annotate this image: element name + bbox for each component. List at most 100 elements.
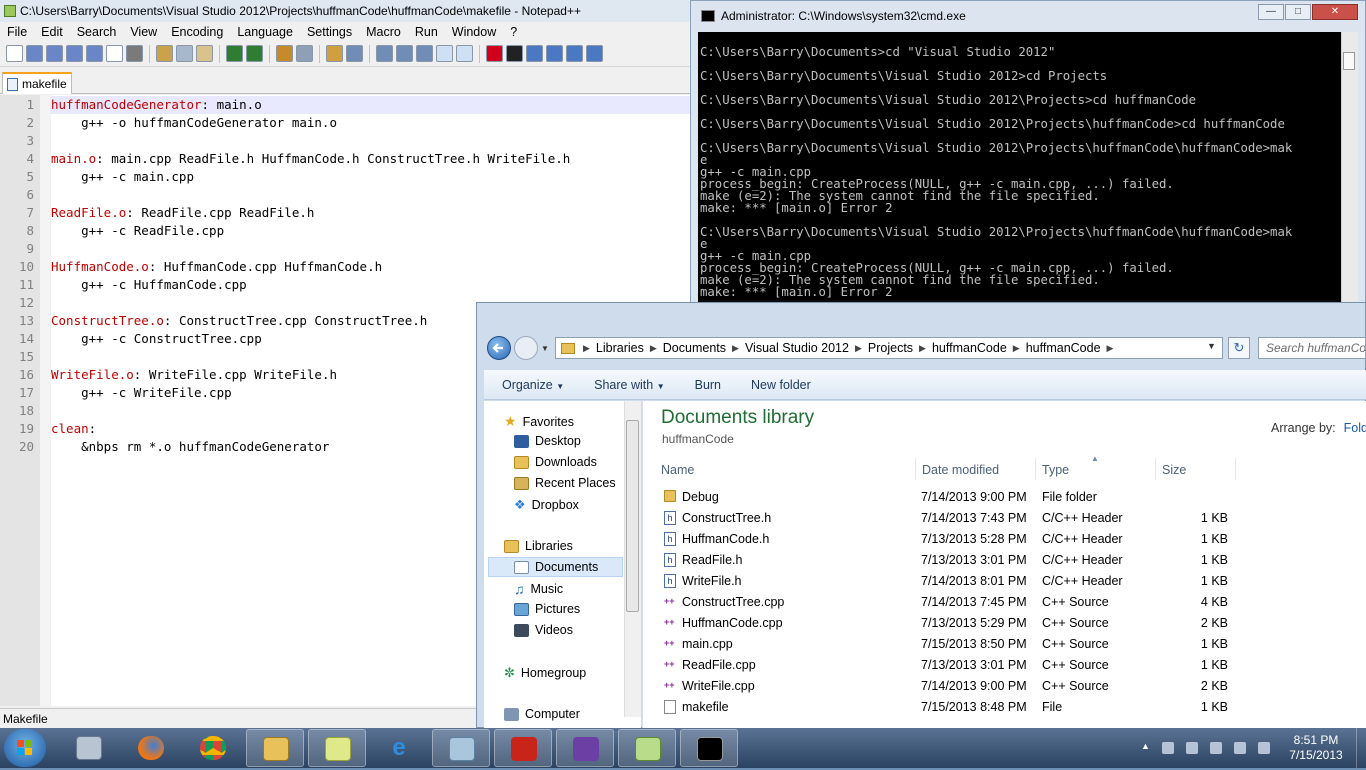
nav-recent-places[interactable]: Recent Places [514, 476, 616, 490]
file-row[interactable]: ++ HuffmanCode.cpp 7/13/2013 5:29 PM C++ So… [655, 613, 1366, 634]
show-hidden-icons[interactable]: ▲ [1141, 741, 1150, 751]
burn-button[interactable]: Burn [695, 378, 721, 392]
tab-makefile[interactable]: makefile [2, 72, 72, 94]
code-line[interactable]: ReadFile.o: ReadFile.cpp ReadFile.h [51, 204, 314, 222]
code-line[interactable]: &nbps rm *.o huffmanCodeGenerator [51, 438, 329, 456]
toolbar-button-icon[interactable] [296, 45, 313, 62]
taskbar-firefox[interactable] [122, 729, 180, 767]
taskbar-visual-studio[interactable] [556, 729, 614, 767]
file-row[interactable]: ++ ConstructTree.cpp 7/14/2013 7:45 PM C++ … [655, 592, 1366, 613]
menu-item[interactable]: Macro [359, 25, 408, 39]
toolbar-button-icon[interactable] [586, 45, 603, 62]
close-button[interactable]: ✕ [1312, 4, 1358, 20]
maximize-button[interactable]: □ [1285, 4, 1311, 20]
breadcrumb-visual-studio[interactable]: Visual Studio 2012 [739, 341, 855, 355]
column-divider[interactable] [1155, 458, 1156, 480]
breadcrumb-huffmancode[interactable]: huffmanCode [926, 341, 1013, 355]
tray-icon[interactable] [1258, 742, 1270, 754]
taskbar-calculator[interactable] [60, 729, 118, 767]
toolbar-button-icon[interactable] [526, 45, 543, 62]
code-line[interactable]: clean: [51, 420, 96, 438]
column-divider[interactable] [1235, 458, 1236, 480]
nav-homegroup[interactable]: ✼ Homegroup [504, 665, 586, 681]
share-with-button[interactable]: Share with ▼ [594, 378, 664, 392]
toolbar-button-icon[interactable] [46, 45, 63, 62]
clock[interactable]: 8:51 PM 7/15/2013 [1282, 733, 1350, 763]
column-divider[interactable] [1035, 458, 1036, 480]
toolbar-button-icon[interactable] [326, 45, 343, 62]
column-divider[interactable] [915, 458, 916, 480]
menu-item[interactable]: Language [230, 25, 300, 39]
code-line[interactable]: g++ -c WriteFile.cpp [51, 384, 232, 402]
breadcrumb-huffmancode-sub[interactable]: huffmanCode [1020, 341, 1107, 355]
show-desktop-button[interactable] [1356, 728, 1366, 768]
column-size[interactable]: Size [1162, 461, 1186, 479]
code-line[interactable]: huffmanCodeGenerator: main.o [51, 96, 262, 114]
cmd-console[interactable]: C:\Users\Barry\Documents>cd "Visual Stud… [698, 32, 1341, 302]
toolbar-button-icon[interactable] [126, 45, 143, 62]
file-row[interactable]: ++ WriteFile.cpp 7/14/2013 9:00 PM C++ Sour… [655, 676, 1366, 697]
menu-item[interactable]: Settings [300, 25, 359, 39]
back-button[interactable] [487, 336, 511, 360]
toolbar-button-icon[interactable] [376, 45, 393, 62]
menu-item[interactable]: View [123, 25, 164, 39]
toolbar-button-icon[interactable] [86, 45, 103, 62]
file-row[interactable]: ++ ReadFile.cpp 7/13/2013 3:01 PM C++ Sourc… [655, 655, 1366, 676]
forward-button[interactable] [514, 336, 538, 360]
toolbar-button-icon[interactable] [246, 45, 263, 62]
file-row[interactable]: h HuffmanCode.h 7/13/2013 5:28 PM C/C++ Hea… [655, 529, 1366, 550]
nav-libraries[interactable]: Libraries [504, 539, 573, 553]
code-line[interactable]: g++ -c ConstructTree.cpp [51, 330, 262, 348]
nav-dropbox[interactable]: ❖ Dropbox [514, 497, 579, 513]
toolbar-button-icon[interactable] [346, 45, 363, 62]
toolbar-button-icon[interactable] [396, 45, 413, 62]
toolbar-button-icon[interactable] [26, 45, 43, 62]
recent-pages-chevron-icon[interactable]: ▼ [541, 344, 549, 353]
file-row[interactable]: h ReadFile.h 7/13/2013 3:01 PM C/C++ Header… [655, 550, 1366, 571]
column-type[interactable]: Type [1042, 461, 1069, 479]
menu-item[interactable]: Search [70, 25, 124, 39]
address-dropdown-icon[interactable]: ▼ [1207, 341, 1216, 351]
breadcrumb-projects[interactable]: Projects [862, 341, 919, 355]
nav-desktop[interactable]: Desktop [514, 434, 581, 448]
toolbar-button-icon[interactable] [456, 45, 473, 62]
toolbar-button-icon[interactable] [566, 45, 583, 62]
tray-icon[interactable] [1162, 742, 1174, 754]
network-icon[interactable] [1210, 742, 1222, 754]
code-line[interactable]: g++ -c ReadFile.cpp [51, 222, 224, 240]
column-date-modified[interactable]: Date modified [922, 461, 999, 479]
arrange-by[interactable]: Arrange by: Folder [1271, 421, 1366, 435]
menu-item[interactable]: Window [445, 25, 503, 39]
taskbar-internet-explorer[interactable]: e [370, 729, 428, 767]
taskbar-cmd[interactable] [680, 729, 738, 767]
code-line[interactable]: ConstructTree.o: ConstructTree.cpp Const… [51, 312, 427, 330]
file-row[interactable]: h WriteFile.h 7/14/2013 8:01 PM C/C++ Heade… [655, 571, 1366, 592]
toolbar-button-icon[interactable] [226, 45, 243, 62]
toolbar-button-icon[interactable] [276, 45, 293, 62]
toolbar-button-icon[interactable] [66, 45, 83, 62]
start-button[interactable] [4, 729, 46, 767]
menu-item[interactable]: File [0, 25, 34, 39]
toolbar-button-icon[interactable] [6, 45, 23, 62]
minimize-button[interactable]: — [1258, 4, 1284, 20]
new-folder-button[interactable]: New folder [751, 378, 811, 392]
nav-downloads[interactable]: Downloads [514, 455, 597, 469]
toolbar-button-icon[interactable] [486, 45, 503, 62]
taskbar-explorer[interactable] [246, 729, 304, 767]
nav-scroll-thumb[interactable] [626, 420, 639, 612]
file-row[interactable]: ++ main.cpp 7/15/2013 8:50 PM C++ Source 1 K… [655, 634, 1366, 655]
toolbar-button-icon[interactable] [546, 45, 563, 62]
search-input[interactable]: Search huffmanCode [1258, 337, 1366, 359]
cmd-scroll-thumb[interactable] [1343, 52, 1355, 70]
taskbar-chrome[interactable] [184, 729, 242, 767]
file-row[interactable]: Debug 7/14/2013 9:00 PM File folder [655, 487, 1366, 508]
menu-item[interactable]: Encoding [164, 25, 230, 39]
nav-computer[interactable]: Computer [504, 707, 580, 721]
volume-icon[interactable] [1234, 742, 1246, 754]
address-bar[interactable]: ▶ Libraries ▶ Documents ▶ Visual Studio … [555, 337, 1223, 359]
nav-documents[interactable]: Documents [514, 560, 598, 574]
cmd-scrollbar[interactable] [1341, 32, 1358, 302]
code-line[interactable]: g++ -c main.cpp [51, 168, 194, 186]
refresh-icon[interactable]: ↻ [1228, 337, 1250, 359]
file-row[interactable]: makefile 7/15/2013 8:48 PM File 1 KB [655, 697, 1366, 718]
